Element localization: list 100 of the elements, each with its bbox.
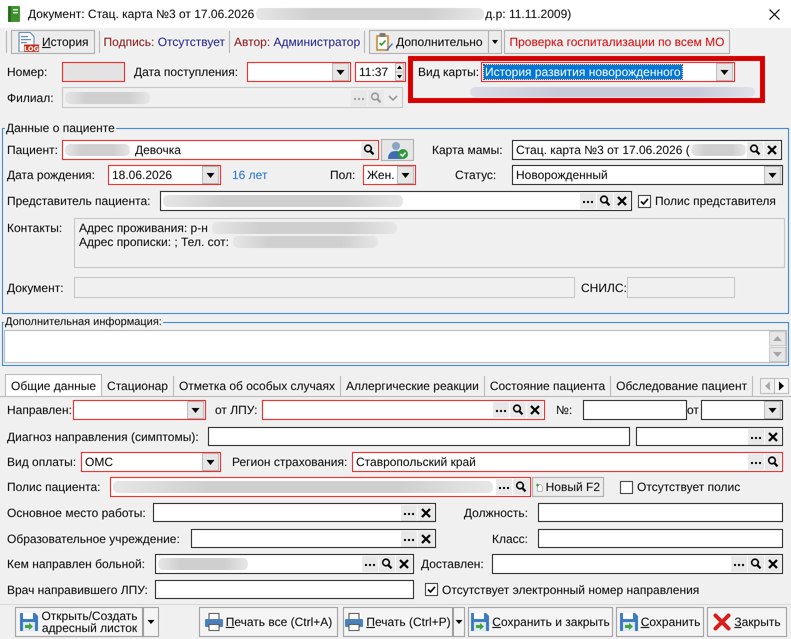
- diagnosis-code-field[interactable]: [636, 427, 783, 446]
- caret-down-icon[interactable]: [202, 166, 219, 184]
- field-label: Врач направившего ЛПУ:: [7, 582, 149, 596]
- ellipsis-icon[interactable]: [580, 193, 596, 209]
- checkbox[interactable]: [620, 480, 633, 494]
- clear-icon[interactable]: [396, 556, 412, 572]
- search-icon[interactable]: [597, 193, 613, 209]
- referral-date-field[interactable]: [701, 400, 783, 420]
- ellipsis-icon[interactable]: [493, 402, 509, 418]
- caret-down-icon[interactable]: [332, 63, 349, 81]
- clipboard-icon: [375, 33, 394, 51]
- new-policy-button[interactable]: Новый F2: [532, 477, 604, 497]
- clear-icon[interactable]: [418, 530, 434, 546]
- caret-down-icon[interactable]: [488, 30, 502, 54]
- author-info: Автор: Администратор: [234, 35, 360, 49]
- status-dropdown[interactable]: Новорожденный: [512, 165, 783, 185]
- ellipsis-icon[interactable]: [362, 556, 378, 572]
- school-field[interactable]: [191, 529, 436, 548]
- policy-field[interactable]: [110, 477, 531, 497]
- clear-icon[interactable]: [765, 556, 781, 572]
- tab[interactable]: Общие данные: [5, 374, 102, 396]
- referred-by-field[interactable]: [155, 554, 414, 574]
- workplace-field[interactable]: [153, 503, 436, 522]
- field-label: Вид карты:: [418, 65, 480, 79]
- caret-right-icon[interactable]: [774, 378, 789, 394]
- print-all-button[interactable]: Печать все (Ctrl+A): [199, 607, 338, 637]
- clear-icon[interactable]: [614, 193, 630, 209]
- caret-down-icon[interactable]: [764, 166, 781, 184]
- position-field[interactable]: [538, 503, 783, 522]
- sex-dropdown[interactable]: Жен.: [363, 165, 416, 185]
- search-icon[interactable]: [747, 142, 763, 158]
- referred-dropdown[interactable]: [73, 400, 206, 420]
- insurance-region-field[interactable]: Ставропольский край: [352, 452, 783, 472]
- field-label: Номер:: [7, 65, 48, 79]
- checkbox[interactable]: [638, 194, 651, 208]
- close-icon[interactable]: [769, 8, 780, 20]
- checkbox-label: Полис представителя: [655, 194, 776, 208]
- referring-doctor-field[interactable]: [155, 580, 414, 599]
- print-button[interactable]: Печать (Ctrl+P): [343, 607, 453, 637]
- ellipsis-icon[interactable]: [748, 454, 764, 470]
- signature-status: Подпись: Отсутствует: [104, 35, 226, 49]
- card-type-dropdown[interactable]: История развития новорожденного: [481, 62, 735, 82]
- diagnosis-field[interactable]: [208, 427, 630, 446]
- ellipsis-icon[interactable]: [731, 556, 747, 572]
- close-icon: [713, 613, 732, 631]
- spin-arrows-icon[interactable]: [395, 63, 404, 81]
- search-icon[interactable]: [510, 402, 526, 418]
- birth-date-field[interactable]: 18.06.2026: [108, 165, 221, 185]
- save-close-button[interactable]: Сохранить и закрыть: [468, 607, 613, 637]
- referral-number-field[interactable]: [583, 400, 687, 420]
- field-label: Должность:: [462, 506, 529, 520]
- search-icon[interactable]: [513, 479, 529, 495]
- field-label: Направлен:: [7, 403, 73, 417]
- ellipsis-icon[interactable]: [401, 504, 417, 520]
- ellipsis-icon[interactable]: [401, 530, 417, 546]
- admission-date-field[interactable]: [247, 62, 351, 82]
- book-icon: [8, 6, 20, 22]
- field-label: Основное место работы:: [7, 506, 147, 520]
- payment-dropdown[interactable]: ОМС: [81, 452, 221, 472]
- caret-down-icon[interactable]: [764, 401, 781, 419]
- caret-down-icon[interactable]: [187, 401, 204, 419]
- field-label: Пол:: [330, 168, 356, 182]
- search-icon[interactable]: [379, 556, 395, 572]
- lpu-field[interactable]: [262, 400, 545, 420]
- window-title: Документ: Стац. карта №3 от 17.06.2026: [28, 7, 254, 21]
- group-title: Данные о пациенте: [5, 121, 116, 135]
- clear-icon[interactable]: [418, 504, 434, 520]
- ellipsis-icon[interactable]: [748, 428, 764, 444]
- field-label: Филиал:: [7, 90, 55, 104]
- mother-card-field[interactable]: Стац. карта №3 от 17.06.2026 (: [512, 140, 782, 160]
- field-label: Образовательное учреждение:: [7, 532, 181, 546]
- clear-icon[interactable]: [764, 142, 780, 158]
- patient-button[interactable]: [381, 139, 414, 161]
- clear-icon[interactable]: [527, 402, 543, 418]
- save-button[interactable]: Сохранить: [616, 607, 704, 637]
- checkbox[interactable]: [425, 583, 438, 596]
- caret-down-icon[interactable]: [202, 453, 219, 471]
- patient-field[interactable]: Девочка: [62, 140, 379, 160]
- field-label: Контакты:: [7, 220, 64, 235]
- search-icon[interactable]: [361, 142, 377, 158]
- search-icon[interactable]: [748, 556, 764, 572]
- clear-icon[interactable]: [765, 428, 781, 444]
- representative-field[interactable]: [160, 191, 632, 211]
- more-button[interactable]: Дополнительно: [369, 30, 488, 54]
- ellipsis-icon[interactable]: [496, 479, 512, 495]
- grade-field[interactable]: [538, 529, 783, 548]
- search-icon[interactable]: [765, 454, 781, 470]
- hospitalization-check-button[interactable]: Проверка госпитализации по всем МО: [504, 30, 730, 54]
- caret-down-icon[interactable]: [143, 607, 159, 637]
- caret-down-icon[interactable]: [453, 607, 465, 637]
- admission-time-field[interactable]: 11:37: [355, 62, 406, 82]
- caret-down-icon[interactable]: [716, 63, 733, 81]
- close-button[interactable]: Закрыть: [707, 607, 787, 637]
- delivered-field[interactable]: [492, 554, 783, 574]
- additional-info-field[interactable]: [4, 330, 787, 363]
- field-label: Статус:: [455, 168, 498, 182]
- caret-down-icon[interactable]: [397, 166, 414, 184]
- field-label: Пациент:: [7, 143, 60, 157]
- group-title: Дополнительная информация:: [4, 316, 163, 328]
- address-sheet-button[interactable]: Открыть/Создать адресный листок: [15, 607, 143, 637]
